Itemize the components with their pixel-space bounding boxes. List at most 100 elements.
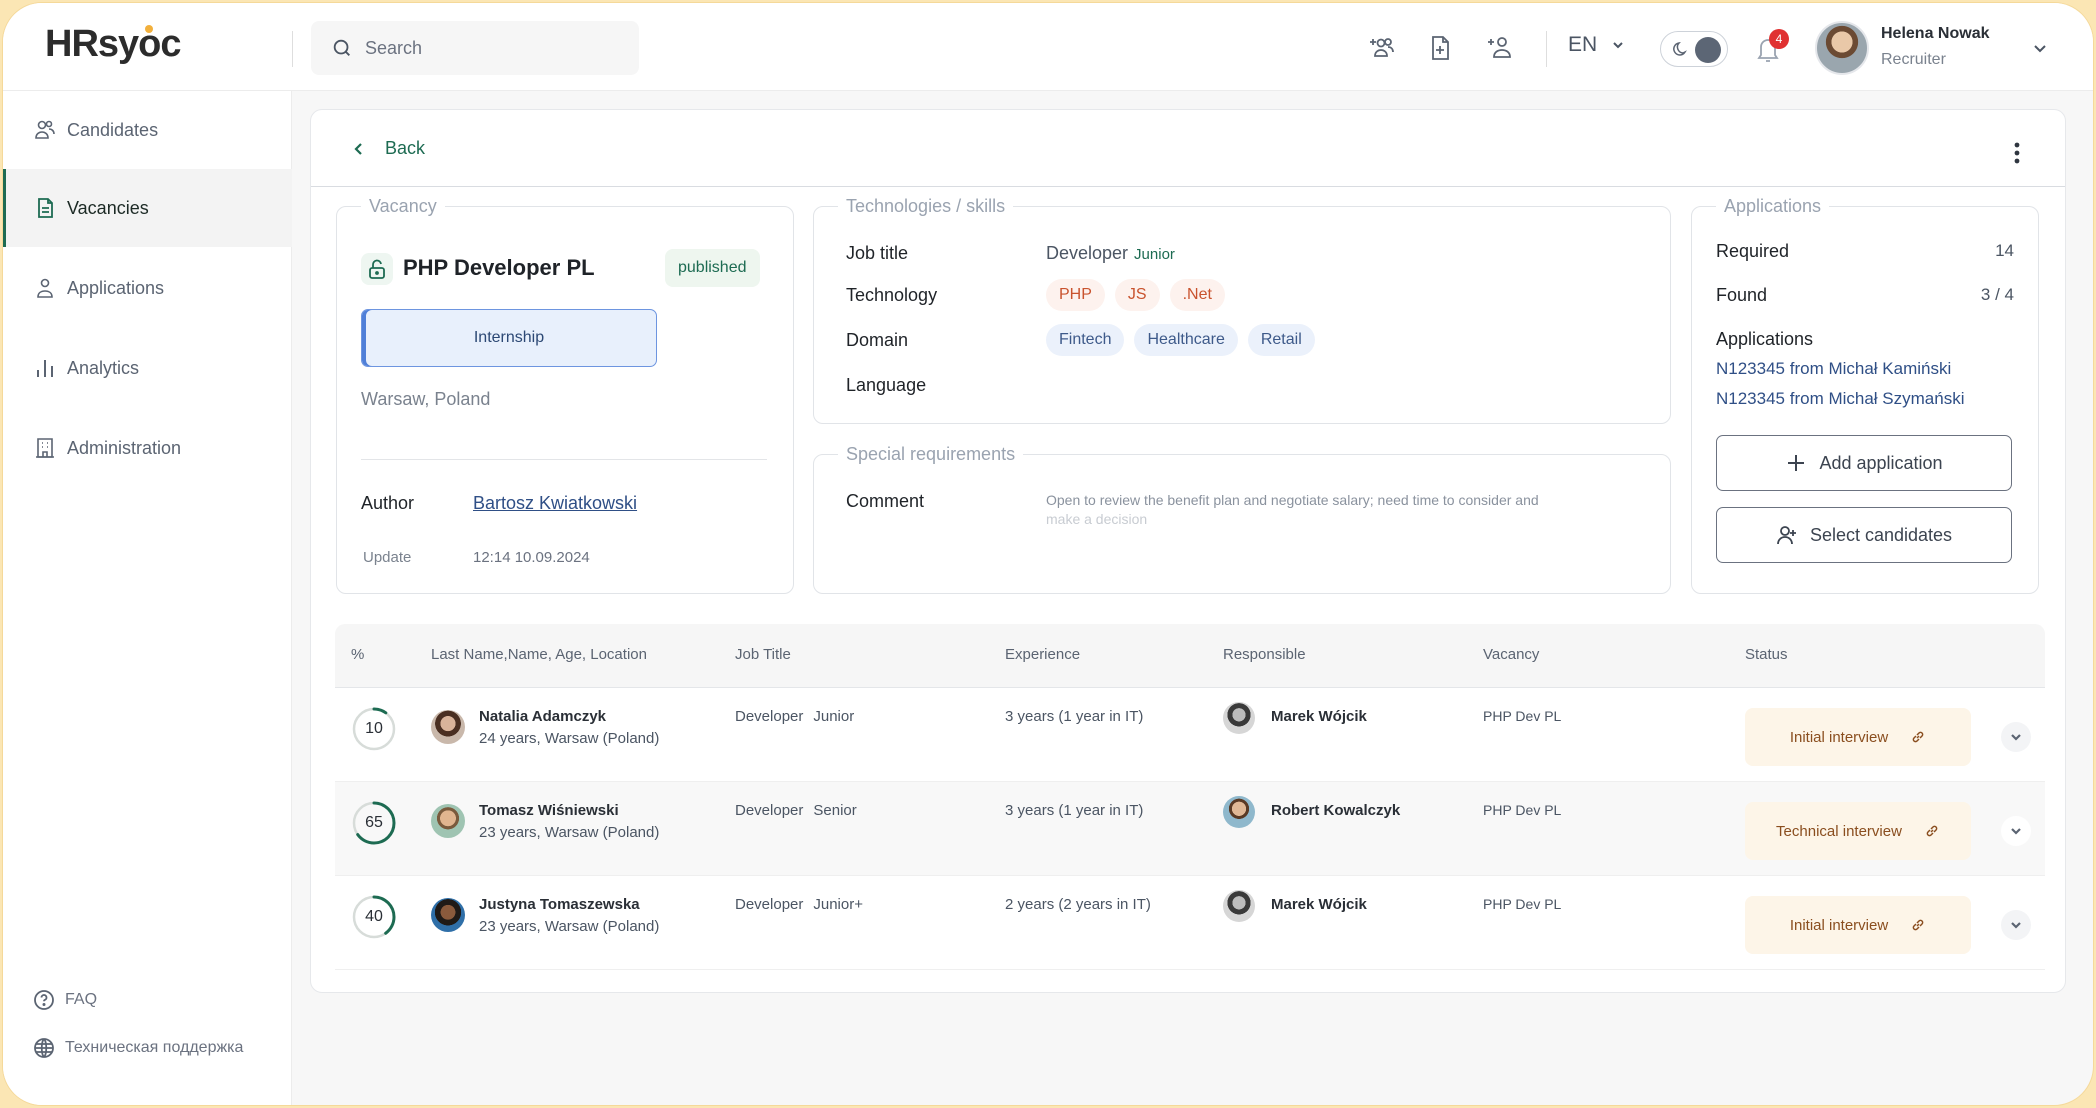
document-icon — [38, 198, 53, 218]
column-header[interactable]: Job Title — [735, 646, 791, 663]
back-label: Back — [385, 138, 426, 158]
button-label: Select candidates — [1809, 524, 1953, 545]
match-value: 65 — [365, 814, 383, 831]
sidebar-item-administration[interactable]: Administration — [3, 409, 292, 487]
application-link[interactable]: N123345 from Michał Kamiński — [1716, 359, 1951, 379]
chevron-down-icon — [2011, 734, 2021, 741]
found-row: Found 3 / 4 — [1716, 285, 2014, 306]
technology-chips: PHP JS .Net — [1046, 279, 1225, 311]
search-box[interactable] — [311, 21, 639, 75]
column-header[interactable]: Status — [1745, 646, 1788, 663]
notification-badge: 4 — [1769, 29, 1789, 49]
vacancy-name: PHP Dev PL — [1483, 896, 1562, 912]
globe-icon — [34, 1038, 54, 1058]
comment-label: Comment — [846, 491, 925, 511]
expand-row-button[interactable] — [2001, 722, 2031, 752]
column-header[interactable]: Last Name,Name, Age, Location — [431, 646, 647, 663]
status-button[interactable]: Initial interview — [1745, 896, 1971, 954]
author-label: Author — [361, 493, 415, 513]
status-button[interactable]: Initial interview — [1745, 708, 1971, 766]
search-input[interactable] — [365, 37, 625, 59]
chevron-down-icon[interactable] — [2031, 39, 2049, 57]
add-application-button[interactable]: Add application — [1716, 435, 2012, 491]
employment-type-button[interactable]: Internship — [361, 309, 657, 367]
tech-chip: JS — [1114, 279, 1160, 311]
top-bar: HRsyoc EN 4 Helena Nowak Recruiter — [3, 3, 2093, 91]
author-link[interactable]: Bartosz Kwiatkowski — [473, 493, 637, 514]
more-vertical-icon[interactable] — [2007, 138, 2027, 168]
table-row[interactable]: 10 Natalia Adamczyk 24 years, Warsaw (Po… — [335, 688, 2045, 782]
theme-toggle[interactable] — [1660, 31, 1728, 67]
help-circle-icon — [34, 990, 54, 1010]
found-label: Found — [1716, 285, 1768, 305]
special-requirements-section: Special requirements Comment Open to rev… — [813, 444, 1671, 594]
responsible-name: Marek Wójcik — [1271, 896, 1367, 913]
job-title: Developer — [735, 896, 804, 913]
toggle-knob — [1695, 37, 1721, 63]
status-badge: published — [665, 249, 760, 287]
chevron-down-icon — [2011, 828, 2021, 835]
user-avatar[interactable] — [1815, 21, 1869, 75]
expand-row-button[interactable] — [2001, 816, 2031, 846]
applications-list-label: Applications — [1716, 329, 2014, 350]
sidebar-item-vacancies[interactable]: Vacancies — [3, 169, 292, 247]
status-label: Initial interview — [1789, 728, 1889, 746]
add-document-button[interactable] — [1425, 33, 1455, 63]
vacancy-location: Warsaw, Poland — [361, 389, 491, 409]
status-label: Technical interview — [1776, 822, 1902, 840]
add-user-button[interactable] — [1485, 33, 1515, 63]
column-header[interactable]: Responsible — [1223, 646, 1306, 663]
bar-chart-icon — [37, 360, 53, 377]
table-row[interactable]: 65 Tomasz Wiśniewski 23 years, Warsaw (P… — [335, 782, 2045, 876]
select-candidates-button[interactable]: Select candidates — [1716, 507, 2012, 563]
sidebar-item-label: Administration — [67, 437, 182, 458]
expand-row-button[interactable] — [2001, 910, 2031, 940]
table-row[interactable]: 40 Justyna Tomaszewska 23 years, Warsaw … — [335, 876, 2045, 970]
sidebar-item-support[interactable]: Техническая поддержка — [33, 1037, 243, 1059]
candidates-table: % Last Name,Name, Age, Location Job Titl… — [335, 624, 2045, 970]
users-icon — [35, 120, 55, 139]
vacancy-name: PHP Dev PL — [1483, 802, 1562, 818]
candidate-name[interactable]: Justyna Tomaszewska — [479, 896, 640, 913]
chevron-down-icon — [2011, 922, 2021, 929]
job-title-cell: Developer Senior — [735, 802, 857, 819]
responsible-name: Robert Kowalczyk — [1271, 802, 1401, 819]
vacancy-title: PHP Developer PL — [403, 255, 595, 280]
status-button[interactable]: Technical interview — [1745, 802, 1971, 860]
search-icon — [333, 39, 350, 56]
sidebar-item-label: FAQ — [65, 991, 98, 1008]
column-header[interactable]: % — [351, 646, 364, 663]
sidebar-item-faq[interactable]: FAQ — [33, 989, 97, 1011]
status-label: Initial interview — [1789, 916, 1889, 934]
found-value: 3 / 4 — [1980, 285, 2014, 304]
button-label: Add application — [1819, 452, 1943, 473]
candidate-name[interactable]: Natalia Adamczyk — [479, 708, 606, 725]
user-icon — [37, 278, 53, 298]
back-button[interactable]: Back — [351, 138, 425, 159]
column-header[interactable]: Vacancy — [1483, 646, 1539, 663]
language-select[interactable]: EN — [1568, 33, 1625, 57]
table-header: % Last Name,Name, Age, Location Job Titl… — [335, 624, 2045, 688]
comment-main: Open to review the benefit plan and nego… — [1046, 492, 1539, 508]
match-score: 40 — [351, 894, 397, 940]
job-title: Developer — [1046, 243, 1129, 263]
column-header[interactable]: Experience — [1005, 646, 1080, 663]
chevron-down-icon — [1613, 42, 1623, 49]
job-title-value: Developer Junior — [1046, 243, 1175, 264]
logo[interactable]: HRsyoc — [45, 23, 182, 66]
sidebar-item-analytics[interactable]: Analytics — [3, 329, 292, 407]
job-level: Junior+ — [813, 896, 863, 913]
unlock-icon-wrap[interactable] — [361, 253, 393, 285]
moon-icon — [1673, 41, 1687, 56]
sidebar-item-applications[interactable]: Applications — [3, 249, 292, 327]
sidebar-item-candidates[interactable]: Candidates — [3, 91, 292, 169]
divider — [311, 186, 2065, 187]
add-group-button[interactable] — [1367, 33, 1397, 63]
application-link[interactable]: N123345 from Michał Szymański — [1716, 389, 1964, 409]
candidate-name[interactable]: Tomasz Wiśniewski — [479, 802, 619, 819]
skills-section: Technologies / skills Job title Develope… — [813, 196, 1671, 424]
required-value: 14 — [1995, 241, 2014, 260]
link-icon — [1912, 919, 1924, 931]
experience: 2 years (2 years in IT) — [1005, 896, 1151, 913]
comment-faded: make a decision — [1046, 511, 1148, 527]
